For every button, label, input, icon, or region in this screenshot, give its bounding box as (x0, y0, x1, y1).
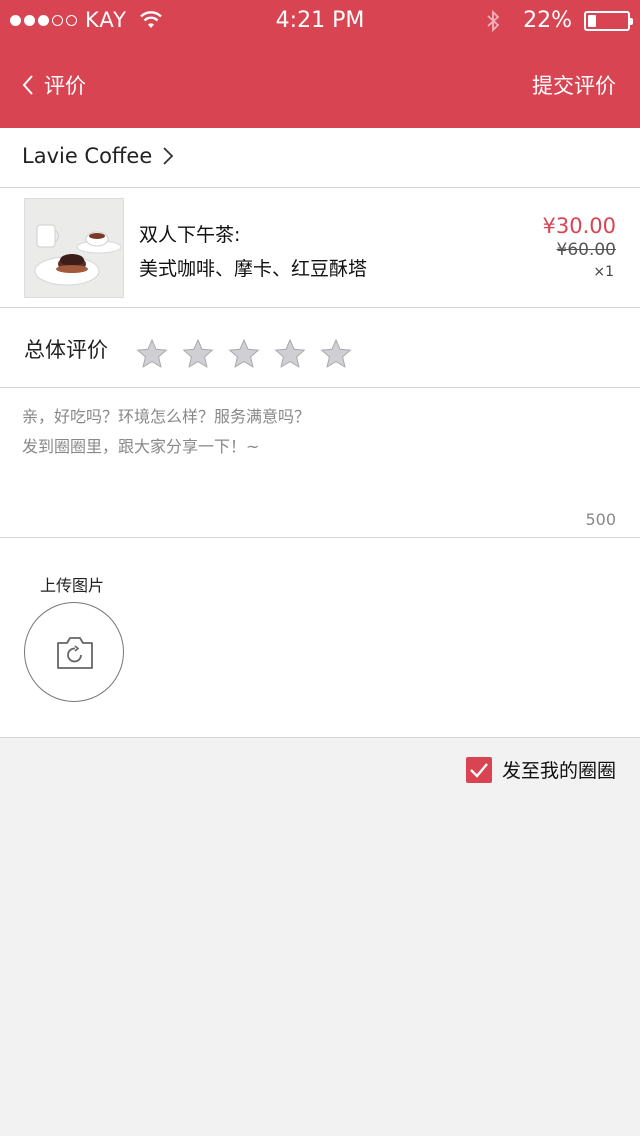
battery-icon (584, 10, 633, 31)
star-icon[interactable] (136, 338, 168, 370)
battery-percent: 22% (523, 8, 572, 33)
product-thumbnail (24, 198, 124, 298)
comment-input[interactable] (22, 402, 612, 512)
char-count: 500 (585, 510, 616, 529)
page-title: 评价 (44, 74, 86, 98)
header-bar: KAY 4:21 PM 22% 评价 提交评价 (0, 0, 640, 128)
back-button[interactable]: 评价 (22, 70, 86, 100)
star-icon[interactable] (228, 338, 260, 370)
star-rating (136, 338, 352, 370)
shop-name: Lavie Coffee (22, 144, 153, 168)
checkbox[interactable] (465, 756, 492, 783)
checkmark-icon (470, 762, 488, 778)
product-title: 双人下午茶: (139, 224, 241, 246)
camera-icon (57, 637, 93, 669)
battery-level (588, 14, 597, 27)
star-icon[interactable] (182, 338, 214, 370)
order-item: 双人下午茶: 美式咖啡、摩卡、红豆酥塔 ¥30.00 ¥60.00 ×1 (0, 188, 640, 308)
star-icon[interactable] (320, 338, 352, 370)
upload-label: 上传图片 (40, 576, 105, 595)
share-to-circle-toggle[interactable]: 发至我的圈圈 (465, 756, 616, 783)
comment-section: 500 (0, 388, 640, 538)
product-items: 美式咖啡、摩卡、红豆酥塔 (139, 258, 368, 280)
chevron-right-icon (163, 147, 174, 165)
chevron-left-icon (22, 75, 33, 95)
overall-rating: 总体评价 (0, 308, 640, 388)
divider (0, 737, 640, 738)
bluetooth-icon (487, 9, 500, 32)
submit-review-button[interactable]: 提交评价 (532, 70, 616, 100)
original-price: ¥60.00 (556, 240, 616, 260)
upload-section: 上传图片 (0, 538, 640, 738)
upload-photo-button[interactable] (24, 602, 124, 702)
status-bar: KAY 4:21 PM 22% (0, 0, 640, 40)
rating-label: 总体评价 (24, 338, 108, 362)
nav-bar: 评价 提交评价 (0, 60, 640, 110)
star-icon[interactable] (274, 338, 306, 370)
share-label: 发至我的圈圈 (501, 760, 616, 782)
quantity: ×1 (593, 264, 614, 280)
shop-row[interactable]: Lavie Coffee (0, 128, 640, 188)
current-price: ¥30.00 (542, 214, 616, 238)
